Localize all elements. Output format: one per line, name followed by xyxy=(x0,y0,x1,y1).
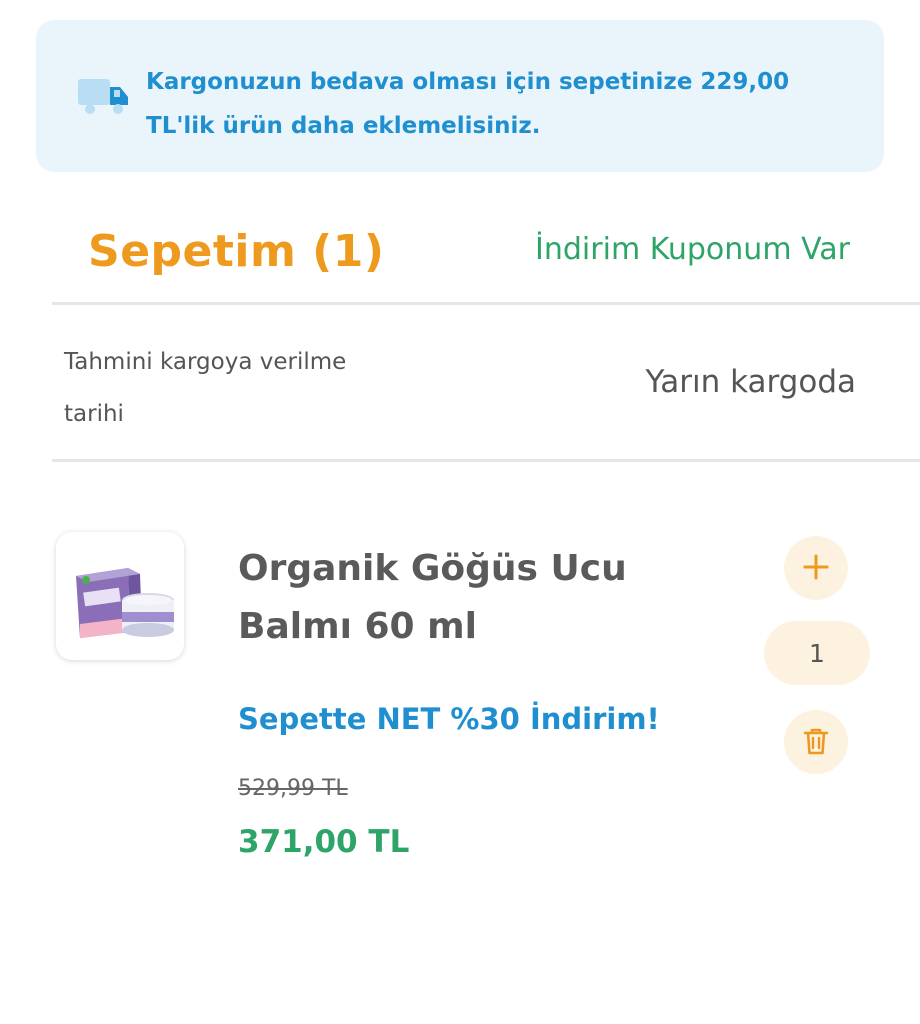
discount-coupon-link[interactable]: İndirim Kuponum Var xyxy=(535,232,850,267)
truck-icon xyxy=(78,75,130,119)
shipping-estimate-label: Tahmini kargoya verilme tarihi xyxy=(64,349,347,427)
discounted-price: 371,00 TL xyxy=(238,824,410,860)
remove-item-button[interactable] xyxy=(784,710,848,774)
divider xyxy=(52,459,920,462)
quantity-value: 1 xyxy=(764,621,870,685)
promo-badge: Sepette NET %30 İndirim! xyxy=(238,702,660,736)
plus-icon xyxy=(802,553,830,584)
page-title: Sepetim (1) xyxy=(88,226,385,277)
free-shipping-message: Kargonuzun bedava olması için sepetinize… xyxy=(146,69,790,139)
increase-quantity-button[interactable] xyxy=(784,536,848,600)
divider xyxy=(52,302,920,305)
trash-icon xyxy=(802,726,830,759)
shipping-estimate-value: Yarın kargoda xyxy=(645,364,856,400)
cart-page: Kargonuzun bedava olması için sepetinize… xyxy=(0,0,920,1024)
free-shipping-banner: Kargonuzun bedava olması için sepetinize… xyxy=(36,20,884,172)
product-image[interactable] xyxy=(56,532,184,660)
original-price: 529,99 TL xyxy=(238,776,348,801)
product-name[interactable]: Organik Göğüs Ucu Balmı 60 ml xyxy=(238,540,678,656)
